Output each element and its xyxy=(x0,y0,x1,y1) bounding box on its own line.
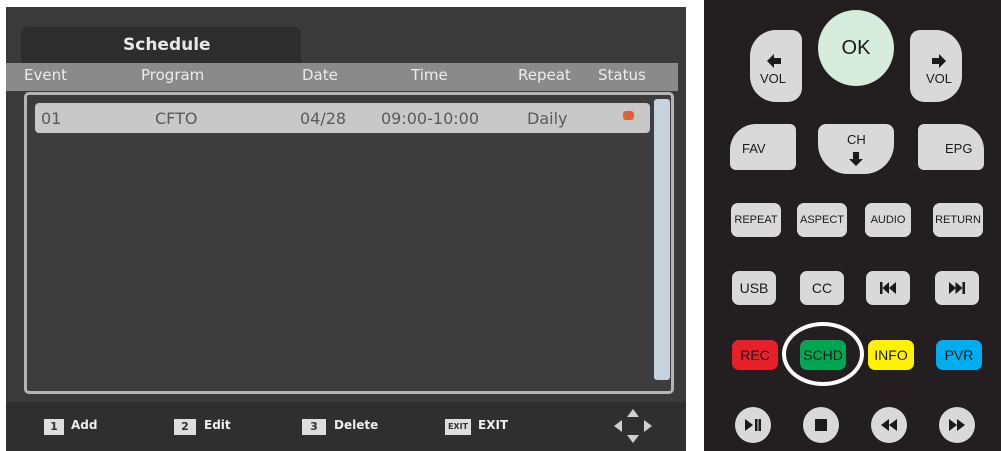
row-repeat: Daily xyxy=(527,109,568,128)
play-pause-button[interactable] xyxy=(735,407,771,443)
exit-key-badge: EXIT xyxy=(445,419,471,435)
key-3-badge: 3 xyxy=(302,419,326,435)
delete-label[interactable]: Delete xyxy=(334,418,378,432)
epg-button[interactable]: EPG xyxy=(918,124,984,170)
add-label[interactable]: Add xyxy=(71,418,97,432)
highlight-circle xyxy=(782,322,864,386)
rewind-button[interactable] xyxy=(871,407,907,443)
navigation-arrows-icon xyxy=(614,409,652,443)
ch-down-button[interactable]: CH xyxy=(818,124,894,174)
schedule-list: 01 CFTO 04/28 09:00-10:00 Daily xyxy=(24,92,674,394)
vol-left-label: VOL xyxy=(760,71,787,86)
info-button[interactable]: INFO xyxy=(868,340,914,370)
column-event: Event xyxy=(24,66,67,84)
fav-label: FAV xyxy=(742,141,766,156)
column-time: Time xyxy=(411,66,448,84)
ok-button[interactable]: OK xyxy=(818,10,894,86)
exit-label[interactable]: EXIT xyxy=(478,418,508,432)
column-header-bar: Event Program Date Time Repeat Status xyxy=(6,63,678,91)
schedule-title: Schedule xyxy=(123,35,211,55)
return-button[interactable]: RETURN xyxy=(933,203,983,237)
ch-label: CH xyxy=(847,132,866,147)
footer-bar: 1 Add 2 Edit 3 Delete EXIT EXIT xyxy=(6,402,686,451)
fast-forward-button[interactable] xyxy=(939,407,975,443)
pvr-button[interactable]: PVR xyxy=(936,340,982,370)
cc-button[interactable]: CC xyxy=(800,271,844,305)
epg-label: EPG xyxy=(945,141,973,156)
play-pause-icon xyxy=(745,419,761,431)
tv-screen: Schedule Event Program Date Time Repeat … xyxy=(6,7,686,451)
vol-left-button[interactable]: VOL xyxy=(750,30,802,102)
edit-label[interactable]: Edit xyxy=(204,418,231,432)
row-date: 04/28 xyxy=(300,109,347,128)
fast-forward-icon xyxy=(949,419,965,431)
rec-button[interactable]: REC xyxy=(732,340,778,370)
stop-icon xyxy=(815,419,827,431)
arrow-down-icon xyxy=(849,152,863,166)
column-program: Program xyxy=(141,66,205,84)
repeat-button[interactable]: REPEAT xyxy=(731,203,781,237)
key-2-badge: 2 xyxy=(174,419,196,435)
vol-right-button[interactable]: VOL xyxy=(910,30,962,102)
skip-next-icon xyxy=(949,282,965,294)
skip-previous-icon xyxy=(880,282,896,294)
schedule-row[interactable]: 01 CFTO 04/28 09:00-10:00 Daily xyxy=(35,103,650,133)
usb-button[interactable]: USB xyxy=(732,271,776,305)
audio-button[interactable]: AUDIO xyxy=(865,203,911,237)
fav-button[interactable]: FAV xyxy=(730,124,796,170)
vol-right-label: VOL xyxy=(926,71,953,86)
rewind-icon xyxy=(881,419,897,431)
next-button[interactable] xyxy=(935,271,979,305)
stop-button[interactable] xyxy=(803,407,839,443)
column-status: Status xyxy=(598,66,646,84)
arrow-right-icon xyxy=(932,54,946,68)
ok-label: OK xyxy=(841,36,871,59)
scrollbar[interactable] xyxy=(654,99,670,380)
row-event: 01 xyxy=(41,109,62,128)
arrow-left-icon xyxy=(767,54,781,68)
key-1-badge: 1 xyxy=(44,419,64,435)
row-time: 09:00-10:00 xyxy=(381,109,479,128)
aspect-button[interactable]: ASPECT xyxy=(797,203,847,237)
column-repeat: Repeat xyxy=(518,66,571,84)
column-date: Date xyxy=(302,66,338,84)
remote-control: VOL OK VOL FAV CH EPG REPEAT ASPECT AUDI… xyxy=(704,0,1001,451)
record-icon xyxy=(623,111,634,120)
previous-button[interactable] xyxy=(866,271,910,305)
schedule-tab: Schedule xyxy=(21,27,301,63)
row-program: CFTO xyxy=(155,109,198,128)
